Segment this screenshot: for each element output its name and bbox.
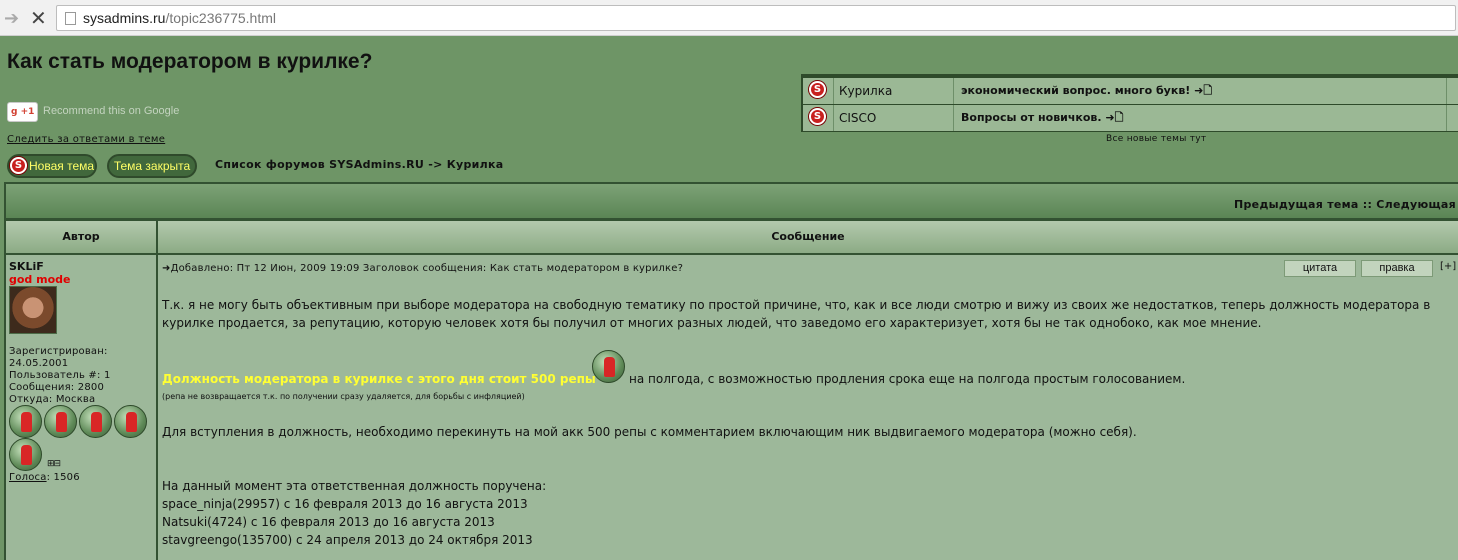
new-topic-button[interactable]: S Новая тема	[7, 154, 97, 178]
post-header: ➜Добавлено: Пт 12 Июн, 2009 19:09 Заголо…	[162, 263, 684, 274]
google-plus-icon: g	[11, 107, 18, 117]
user-number: Пользователь #: 1	[9, 370, 111, 381]
quote-button[interactable]: цитата	[1284, 260, 1356, 277]
s-logo-icon: S	[809, 108, 826, 125]
browser-toolbar: ➔ ✕ sysadmins.ru/topic236775.html	[0, 0, 1458, 36]
forward-arrow-icon[interactable]: ➔	[4, 8, 19, 29]
moderator-line: space_ninja(29957) с 16 февраля 2013 до …	[162, 497, 528, 511]
s-logo-icon: S	[809, 81, 826, 98]
s-logo-icon: S	[10, 157, 27, 174]
message-column-header: Сообщение	[158, 221, 1458, 253]
message-cell: ➜Добавлено: Пт 12 Июн, 2009 19:09 Заголо…	[158, 255, 1458, 560]
reputation-icon	[44, 405, 77, 438]
address-bar[interactable]: sysadmins.ru/topic236775.html	[56, 5, 1456, 31]
post-highlight-rest: на полгода, с возможностью продления сро…	[629, 372, 1186, 386]
recent-topic-row[interactable]: S CISCO Вопросы от новичков. ➜🗋	[803, 105, 1458, 131]
recent-topic-row[interactable]: S Курилка экономический вопрос. много бу…	[803, 78, 1458, 104]
reputation-icon	[9, 405, 42, 438]
recent-topic-category[interactable]: CISCO	[833, 105, 954, 131]
votes: Голоса: 1506	[9, 472, 80, 483]
breadcrumb[interactable]: Список форумов SYSAdmins.RU -> Курилка	[215, 158, 504, 171]
reputation-icon	[592, 350, 625, 383]
forum-page: Как стать модератором в курилке? g +1 Re…	[0, 36, 1458, 560]
avatar	[9, 286, 57, 334]
author-cell: SKLiF god mode Зарегистрирован: 24.05.20…	[6, 255, 156, 560]
reputation-icon	[79, 405, 112, 438]
reputation-icon	[114, 405, 147, 438]
votes-link[interactable]: Голоса	[9, 472, 47, 483]
votes-value: : 1506	[46, 472, 80, 483]
moderator-line: Natsuki(4724) с 16 февраля 2013 до 16 ав…	[162, 515, 495, 529]
google-plus-button[interactable]: g +1	[7, 102, 38, 122]
google-plus-text: Recommend this on Google	[43, 105, 180, 117]
plus-minus-icon[interactable]: ⊞⊟	[47, 459, 61, 469]
recent-topic-category[interactable]: Курилка	[833, 78, 954, 104]
stop-icon[interactable]: ✕	[30, 6, 47, 30]
page-title: Как стать модератором в курилке?	[7, 50, 373, 73]
recent-topic-title[interactable]: Вопросы от новичков. ➜🗋	[959, 105, 1447, 131]
edit-button[interactable]: правка	[1361, 260, 1433, 277]
post-highlight: Должность модератора в курилке с этого д…	[162, 372, 596, 386]
expand-button[interactable]: [+]	[1440, 261, 1456, 272]
moderator-line: stavgreengo(135700) с 24 апреля 2013 до …	[162, 533, 533, 547]
author-column-header: Автор	[6, 221, 156, 253]
post-small-note: (репа не возвращается т.к. по получении …	[162, 392, 525, 401]
url-text: sysadmins.ru/topic236775.html	[83, 10, 276, 26]
topic-closed-button[interactable]: Тема закрыта	[107, 154, 197, 178]
author-rank: god mode	[9, 273, 71, 286]
thread-table: Предыдущая тема :: Следующая Автор Сообщ…	[4, 182, 1458, 560]
follow-topic-link[interactable]: Следить за ответами в теме	[7, 134, 165, 145]
registered-date: 24.05.2001	[9, 358, 69, 369]
post-paragraph: На данный момент эта ответственная должн…	[162, 479, 547, 493]
post-paragraph: Т.к. я не могу быть объективным при выбо…	[162, 298, 1431, 330]
author-name[interactable]: SKLiF	[9, 260, 44, 273]
post-paragraph: Для вступления в должность, необходимо п…	[162, 425, 1137, 439]
recent-topics-box: S Курилка экономический вопрос. много бу…	[801, 74, 1458, 132]
reputation-icon	[9, 438, 42, 471]
all-new-topics-link[interactable]: Все новые темы тут	[1106, 134, 1206, 144]
registered-label: Зарегистрирован:	[9, 346, 108, 357]
recent-topic-title[interactable]: экономический вопрос. много букв! ➜🗋	[959, 78, 1447, 104]
author-info: Зарегистрирован: 24.05.2001 Пользователь…	[9, 346, 111, 406]
post-count: Сообщения: 2800	[9, 382, 105, 393]
page-icon	[65, 12, 76, 25]
prev-next-links[interactable]: Предыдущая тема :: Следующая	[1234, 198, 1456, 211]
thread-nav-bar: Предыдущая тема :: Следующая	[6, 184, 1458, 218]
